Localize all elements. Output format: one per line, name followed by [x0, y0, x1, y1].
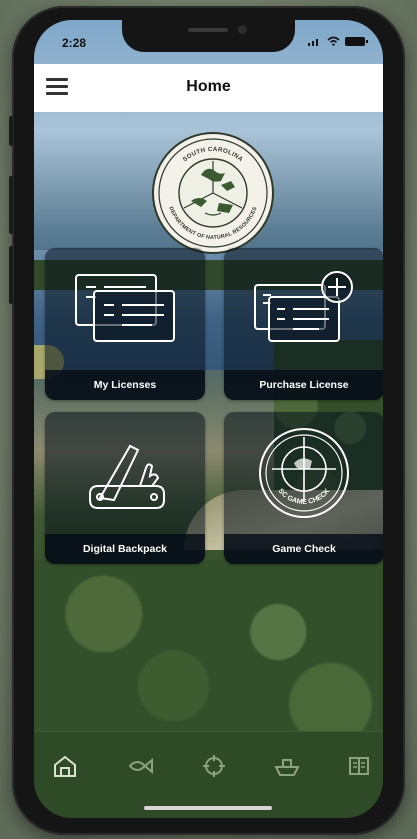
pocket-knife-icon [45, 412, 205, 534]
tile-label: Purchase License [224, 370, 383, 400]
status-time: 2:28 [62, 36, 87, 50]
tile-my-licenses[interactable]: My Licenses [45, 248, 205, 400]
boat-icon [274, 759, 300, 776]
app-screen: 2:28 Home SOUTH CAROLINA DEPARTMENT OF N… [34, 20, 383, 818]
front-camera [238, 25, 247, 34]
page-title: Home [186, 78, 231, 95]
tab-hunting[interactable] [199, 754, 229, 778]
mute-switch [9, 116, 13, 146]
home-icon [54, 755, 76, 777]
status-bar: 2:28 [34, 20, 383, 64]
license-add-icon [224, 248, 383, 370]
tab-home[interactable] [50, 754, 80, 778]
volume-down-button [9, 246, 13, 304]
tile-label: Digital Backpack [45, 534, 205, 564]
tile-digital-backpack[interactable]: Digital Backpack [45, 412, 205, 564]
tile-purchase-license[interactable]: Purchase License [224, 248, 383, 400]
tile-label: My Licenses [45, 370, 205, 400]
tile-game-check[interactable]: SC GAME CHECK Game Check [224, 412, 383, 564]
fish-icon [128, 757, 153, 775]
volume-up-button [9, 176, 13, 234]
tile-label: Game Check [224, 534, 383, 564]
bottom-tab-bar [34, 731, 383, 818]
notch [122, 20, 295, 52]
tab-fishing[interactable] [126, 754, 156, 778]
license-cards-icon [45, 248, 205, 370]
battery-icon [345, 36, 368, 46]
tab-regulations[interactable] [344, 754, 374, 778]
status-icons [308, 36, 368, 46]
crosshair-icon [203, 755, 225, 777]
tab-boating[interactable] [272, 754, 302, 778]
wifi-icon [327, 36, 340, 46]
book-icon [349, 757, 369, 775]
signal-icon [308, 38, 318, 46]
speaker-grille [188, 28, 228, 32]
game-check-crosshair-icon: SC GAME CHECK [224, 412, 383, 534]
header-bar: Home [34, 64, 383, 112]
home-indicator [144, 806, 272, 810]
scdnr-seal-logo: SOUTH CAROLINA DEPARTMENT OF NATURAL RES… [152, 132, 274, 254]
